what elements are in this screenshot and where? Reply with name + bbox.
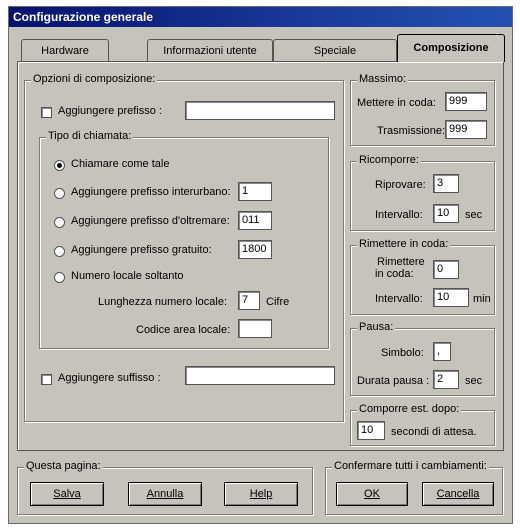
call-as-is-label: Chiamare come tale [71, 158, 170, 170]
save-button-label: Salva [53, 488, 81, 500]
confirm-all-group: Confermare tutti i cambiamenti: OK Cance… [325, 460, 503, 515]
configuration-dialog: Configurazione generale Hardware Informa… [8, 6, 513, 524]
tab-hardware[interactable]: Hardware [21, 39, 109, 61]
long-distance-prefix-input[interactable]: 1 [238, 182, 272, 201]
radio-call-as-is[interactable] [54, 160, 65, 171]
radio-add-toll-free-prefix[interactable] [54, 246, 65, 257]
local-number-only-label: Numero locale soltanto [71, 270, 184, 282]
requeue-interval-input[interactable]: 10 [433, 288, 469, 307]
requeue-interval-unit: min [473, 293, 491, 305]
overseas-prefix-input[interactable]: 011 [238, 211, 272, 230]
requeue-label-line2: in coda: [375, 268, 414, 280]
queue-max-input[interactable]: 999 [445, 92, 487, 111]
call-type-legend: Tipo di chiamata: [46, 130, 134, 142]
redial-interval-unit: sec [465, 209, 483, 221]
transmission-label: Trasmissione: [377, 125, 446, 137]
composition-options-legend: Opzioni di composizione: [31, 73, 158, 85]
call-type-group: Tipo di chiamata: Chiamare come tale Agg… [39, 130, 329, 349]
cancel-all-button[interactable]: Cancella [422, 482, 494, 506]
composition-panel: Opzioni di composizione: Aggiungere pref… [17, 61, 504, 451]
tab-user-info[interactable]: Informazioni utente [147, 39, 273, 61]
prefix-label: Aggiungere prefisso : [58, 105, 162, 117]
pause-duration-unit: sec [465, 375, 483, 387]
retry-label: Riprovare: [375, 179, 426, 191]
pause-symbol-label: Simbolo: [381, 347, 424, 359]
redial-group: Ricomporre: Riprovare: 3 Intervallo: 10 … [350, 154, 495, 231]
help-button-label: Help [249, 488, 273, 500]
save-button[interactable]: Salva [30, 482, 104, 506]
confirm-all-legend: Confermare tutti i cambiamenti: [332, 460, 489, 472]
window-title: Configurazione generale [9, 7, 512, 27]
suffix-input[interactable] [185, 366, 335, 385]
redial-interval-label: Intervallo: [375, 209, 423, 221]
dial-ext-after-input[interactable]: 10 [357, 421, 385, 440]
prefix-input[interactable] [185, 101, 335, 120]
queue-label: Mettere in coda: [357, 97, 436, 109]
help-button[interactable]: Help [224, 482, 298, 506]
this-page-group: Questa pagina: Salva Annulla Help [17, 460, 313, 515]
pause-duration-input[interactable]: 2 [433, 370, 459, 389]
local-length-input[interactable]: 7 [238, 291, 260, 310]
pause-symbol-input[interactable]: , [433, 342, 451, 361]
toll-free-prefix-input[interactable]: 1800 [238, 240, 272, 259]
area-code-input[interactable] [238, 319, 272, 338]
transmission-max-input[interactable]: 999 [445, 120, 487, 139]
pause-legend: Pausa: [357, 321, 396, 333]
ok-button[interactable]: OK [336, 482, 408, 506]
pause-group: Pausa: Simbolo: , Durata pausa : 2 sec [350, 321, 495, 396]
maximum-legend: Massimo: [357, 73, 409, 85]
cancel-page-button-label: Annulla [146, 488, 184, 500]
tab-composition[interactable]: Composizione [397, 34, 505, 62]
requeue-label-line1: Rimettere [377, 256, 425, 268]
retry-input[interactable]: 3 [433, 174, 459, 193]
pause-duration-label: Durata pausa : [357, 375, 430, 387]
prefix-checkbox[interactable] [41, 107, 52, 118]
radio-local-number-only[interactable] [54, 272, 65, 283]
tab-special[interactable]: Speciale [273, 39, 397, 61]
local-length-label: Lunghezza numero locale: [98, 296, 228, 308]
maximum-group: Massimo: Mettere in coda: 999 Trasmissio… [350, 73, 495, 146]
requeue-group: Rimettere in coda: Rimettere in coda: 0 … [350, 238, 495, 315]
radio-add-overseas-prefix[interactable] [54, 217, 65, 228]
requeue-interval-label: Intervallo: [375, 293, 423, 305]
requeue-legend: Rimettere in coda: [357, 238, 451, 250]
radio-add-long-distance-prefix[interactable] [54, 188, 65, 199]
cancel-all-button-label: Cancella [436, 488, 480, 500]
dial-ext-after-unit: secondi di attesa. [391, 426, 477, 438]
suffix-label: Aggiungere suffisso : [58, 372, 161, 384]
dial-ext-after-group: Comporre est. dopo: 10 secondi di attesa… [350, 403, 495, 446]
suffix-checkbox[interactable] [41, 374, 52, 385]
dial-ext-after-legend: Comporre est. dopo: [357, 403, 462, 415]
redial-legend: Ricomporre: [357, 154, 421, 166]
long-distance-prefix-label: Aggiungere prefisso interurbano: [71, 186, 231, 198]
composition-options-group: Opzioni di composizione: Aggiungere pref… [24, 73, 344, 422]
this-page-legend: Questa pagina: [24, 460, 103, 472]
area-code-label: Codice area locale: [136, 324, 231, 336]
toll-free-prefix-label: Aggiungere prefisso gratuito: [71, 244, 212, 256]
requeue-input[interactable]: 0 [433, 260, 459, 279]
cancel-page-button[interactable]: Annulla [128, 482, 202, 506]
overseas-prefix-label: Aggiungere prefisso d'oltremare: [71, 215, 230, 227]
ok-button-label: OK [364, 488, 380, 500]
local-length-unit: Cifre [266, 296, 290, 308]
redial-interval-input[interactable]: 10 [433, 204, 459, 223]
